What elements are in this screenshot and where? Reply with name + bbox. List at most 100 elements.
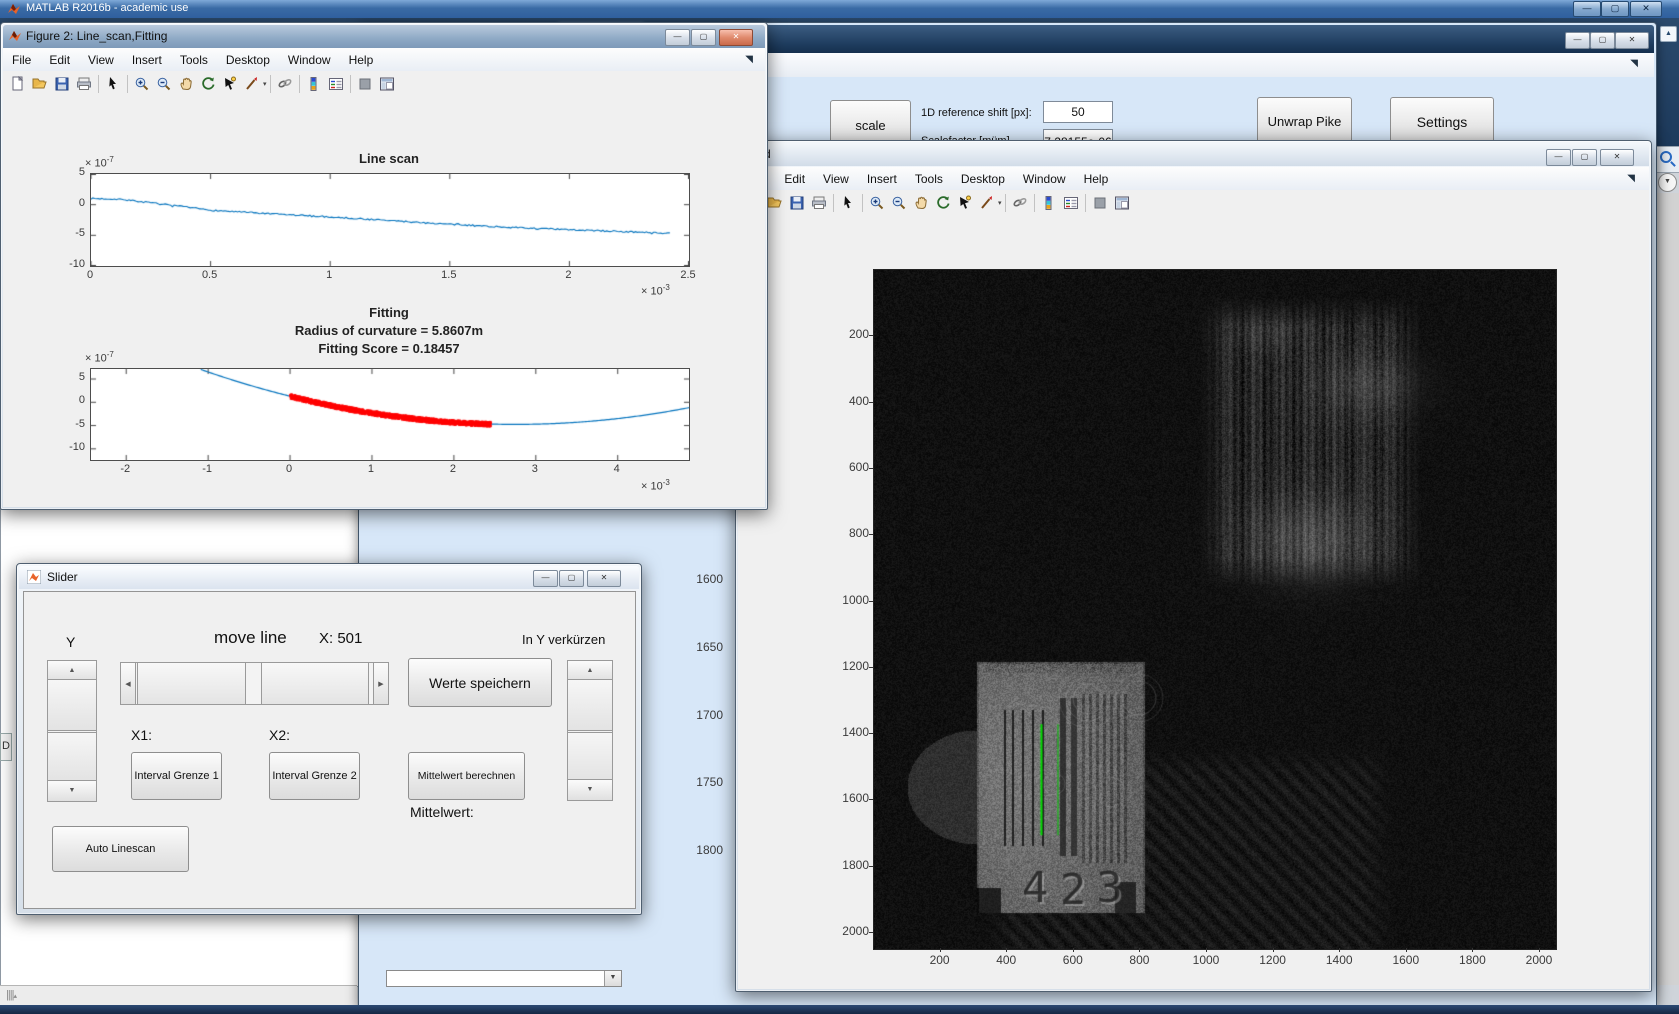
dock-arrow-icon[interactable]: ◥: [1627, 173, 1635, 184]
menu-item-tools[interactable]: Tools: [906, 168, 952, 190]
mittelwert-berechnen-button[interactable]: Mittelwert berechnen: [408, 752, 525, 800]
show-plot-tools-icon[interactable]: [1111, 193, 1133, 213]
menu-item-help[interactable]: Help: [1075, 168, 1118, 190]
zoom-in-icon[interactable]: [131, 74, 153, 94]
rotate-3d-icon[interactable]: [197, 74, 219, 94]
slider-close-button[interactable]: ✕: [587, 570, 621, 587]
print-figure-icon[interactable]: [73, 74, 95, 94]
dock-arrow-icon[interactable]: ◥: [1630, 58, 1638, 69]
link-plot-icon[interactable]: [1009, 193, 1031, 213]
pan-icon[interactable]: [175, 74, 197, 94]
rightfig-titlebar[interactable]: d — ▢ ✕: [738, 143, 1649, 166]
rightfig-minimize-button[interactable]: —: [1546, 149, 1571, 166]
menu-item-view[interactable]: View: [814, 168, 858, 190]
insert-legend-icon[interactable]: [325, 74, 347, 94]
resize-grip-icon[interactable]: ||||▴: [6, 989, 17, 1001]
pointer-icon[interactable]: [837, 193, 859, 213]
panel-dropdown-icon[interactable]: ▼: [1658, 173, 1677, 192]
print-figure-icon[interactable]: [808, 193, 830, 213]
y-slider-left[interactable]: ▲ ▼: [47, 660, 97, 802]
interval-grenze-1-button[interactable]: Interval Grenze 1: [131, 752, 222, 800]
pan-icon[interactable]: [910, 193, 932, 213]
os-close-button[interactable]: ✕: [1630, 1, 1662, 17]
brush-dropdown-icon[interactable]: ▾: [998, 199, 1002, 207]
zoom-out-icon[interactable]: [888, 193, 910, 213]
slider-thumb[interactable]: [47, 679, 97, 731]
slider-thumb[interactable]: [567, 732, 613, 781]
insert-colorbar-icon[interactable]: [303, 74, 325, 94]
unwrap-pike-button[interactable]: Unwrap Pike: [1257, 97, 1352, 146]
save-figure-icon[interactable]: [786, 193, 808, 213]
menu-item-edit[interactable]: Edit: [40, 49, 79, 71]
menu-item-insert[interactable]: Insert: [123, 49, 171, 71]
ref-shift-field[interactable]: 50: [1043, 101, 1113, 123]
fitting-plot[interactable]: [90, 368, 690, 461]
brush-data-icon[interactable]: [241, 74, 263, 94]
slider-right-icon[interactable]: ▶: [373, 662, 389, 705]
app-maximize-button[interactable]: ▢: [1590, 32, 1615, 49]
insert-legend-icon[interactable]: [1060, 193, 1082, 213]
menu-item-window[interactable]: Window: [1014, 168, 1075, 190]
menu-item-edit[interactable]: Edit: [775, 168, 814, 190]
slider-titlebar[interactable]: Slider — ▢ ✕: [19, 566, 639, 589]
linescan-plot[interactable]: [90, 173, 690, 267]
show-plot-tools-icon[interactable]: [376, 74, 398, 94]
os-minimize-button[interactable]: —: [1573, 1, 1601, 17]
data-cursor-icon[interactable]: [219, 74, 241, 94]
app-minimize-button[interactable]: —: [1565, 32, 1590, 49]
save-figure-icon[interactable]: [51, 74, 73, 94]
docked-panel-tab[interactable]: D: [0, 733, 12, 761]
figure2-maximize-button[interactable]: ▢: [691, 29, 716, 46]
hide-plot-tools-icon[interactable]: [1089, 193, 1111, 213]
move-line-slider[interactable]: ◀ ▶: [120, 662, 389, 705]
interferogram-image[interactable]: [873, 269, 1557, 950]
app-dropdown[interactable]: ▼: [386, 970, 622, 987]
menu-item-help[interactable]: Help: [340, 49, 383, 71]
menu-item-desktop[interactable]: Desktop: [952, 168, 1014, 190]
hide-plot-tools-icon[interactable]: [354, 74, 376, 94]
rotate-3d-icon[interactable]: [932, 193, 954, 213]
menu-item-insert[interactable]: Insert: [858, 168, 906, 190]
rightfig-close-button[interactable]: ✕: [1600, 149, 1634, 166]
dock-arrow-icon[interactable]: ◥: [745, 54, 753, 65]
slider-left-icon[interactable]: ◀: [120, 662, 136, 705]
slider-maximize-button[interactable]: ▢: [559, 570, 584, 587]
open-file-icon[interactable]: [29, 74, 51, 94]
os-restore-button[interactable]: ▢: [1601, 1, 1629, 17]
slider-down-icon[interactable]: ▼: [47, 780, 97, 802]
search-tile[interactable]: [1655, 146, 1679, 173]
zoom-in-icon[interactable]: [866, 193, 888, 213]
brush-data-icon[interactable]: [976, 193, 998, 213]
slider-thumb[interactable]: [47, 732, 97, 782]
link-plot-icon[interactable]: [274, 74, 296, 94]
app-close-button[interactable]: ✕: [1615, 32, 1649, 49]
data-cursor-icon[interactable]: [954, 193, 976, 213]
slider-down-icon[interactable]: ▼: [567, 779, 613, 801]
new-figure-icon[interactable]: [7, 74, 29, 94]
pointer-icon[interactable]: [102, 74, 124, 94]
auto-linescan-button[interactable]: Auto Linescan: [52, 826, 189, 872]
rightfig-maximize-button[interactable]: ▢: [1572, 149, 1597, 166]
menu-item-desktop[interactable]: Desktop: [217, 49, 279, 71]
menu-item-tools[interactable]: Tools: [171, 49, 217, 71]
figure2-close-button[interactable]: ✕: [719, 29, 753, 46]
zoom-out-icon[interactable]: [153, 74, 175, 94]
slider-thumb[interactable]: [137, 662, 246, 705]
y-slider-right[interactable]: ▲ ▼: [567, 660, 613, 801]
slider-thumb[interactable]: [567, 679, 613, 731]
figure2-minimize-button[interactable]: —: [665, 29, 690, 46]
slider-thumb[interactable]: [261, 662, 369, 705]
figure2-titlebar[interactable]: Figure 2: Line_scan,Fitting — ▢ ✕: [3, 25, 765, 48]
collapse-panel-icon[interactable]: ▲: [1660, 26, 1677, 42]
menu-item-window[interactable]: Window: [279, 49, 340, 71]
y-tick-mark: [869, 733, 873, 735]
windows-taskbar[interactable]: [0, 1005, 1679, 1014]
insert-colorbar-icon[interactable]: [1038, 193, 1060, 213]
slider-minimize-button[interactable]: —: [533, 570, 558, 587]
menu-item-view[interactable]: View: [79, 49, 123, 71]
menu-item-file[interactable]: File: [3, 49, 40, 71]
werte-speichern-button[interactable]: Werte speichern: [408, 658, 552, 707]
settings-button[interactable]: Settings: [1390, 97, 1494, 146]
interval-grenze-2-button[interactable]: Interval Grenze 2: [269, 752, 360, 800]
brush-dropdown-icon[interactable]: ▾: [263, 80, 267, 88]
